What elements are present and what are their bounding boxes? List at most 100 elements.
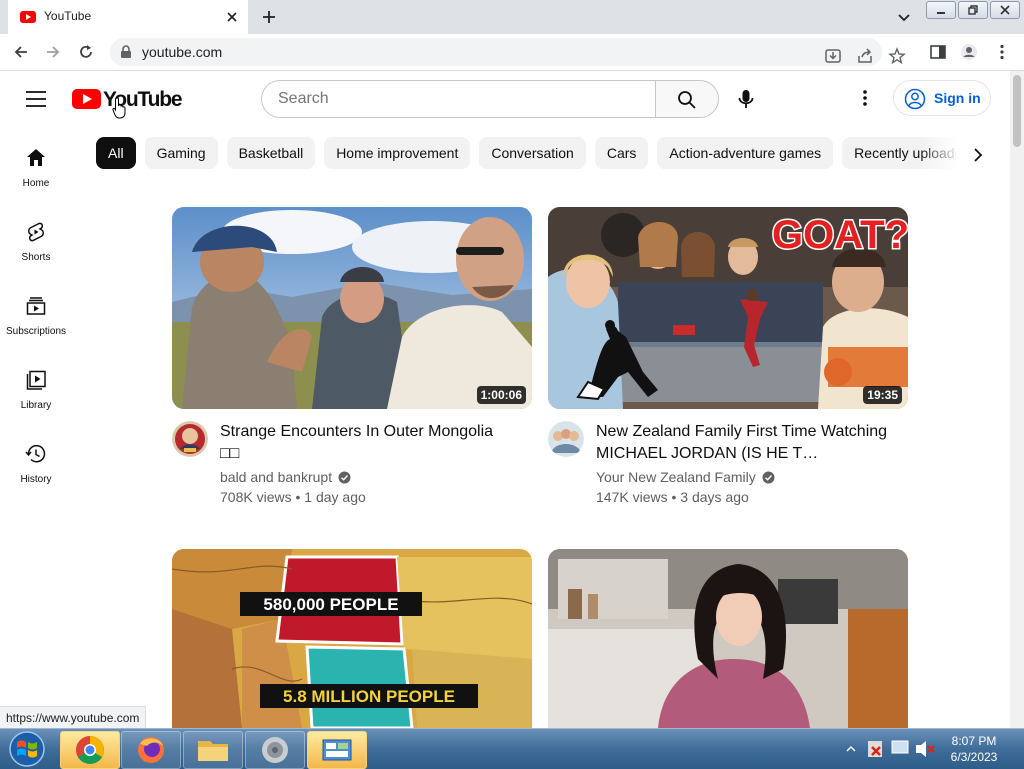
thumb-text-580000: 580,000 PEOPLE: [263, 595, 398, 614]
sidebar-label-shorts: Shorts: [21, 252, 51, 263]
profile-icon[interactable]: [960, 43, 978, 61]
folder-icon: [198, 741, 228, 761]
channel-name-row[interactable]: Your New Zealand Family: [596, 469, 775, 485]
address-bar[interactable]: youtube.com: [110, 38, 906, 66]
sidebar-item-shorts[interactable]: Shorts: [0, 201, 72, 271]
forward-icon[interactable]: [44, 43, 62, 61]
sidebar-item-history[interactable]: History: [0, 423, 72, 493]
taskbar-clock[interactable]: 8:07 PM 6/3/2023: [935, 733, 1013, 765]
new-tab-icon[interactable]: [260, 8, 278, 26]
network-icon: [891, 740, 909, 754]
side-panel-icon[interactable]: [929, 43, 947, 61]
search-input[interactable]: Search: [261, 80, 655, 118]
taskbar-media-player[interactable]: [245, 731, 305, 769]
volume-muted-icon: [916, 741, 926, 757]
shorts-icon: [28, 222, 44, 242]
scrollbar-thumb[interactable]: [1013, 75, 1021, 147]
account-circle-icon: [904, 88, 926, 110]
video-thumbnail[interactable]: [548, 549, 908, 728]
browser-toolbar: youtube.com: [0, 34, 1024, 71]
tab-search-chevron-icon[interactable]: [896, 9, 912, 25]
search-icon: [678, 91, 696, 109]
browser-menu-icon[interactable]: [993, 43, 1011, 61]
bald-and-bankrupt-avatar-icon: [172, 421, 208, 457]
sign-in-label: Sign in: [934, 90, 981, 106]
video-duration: 1:00:06: [476, 386, 526, 404]
goat-thumbnail-text: GOAT?: [772, 213, 908, 257]
url-text: youtube.com: [142, 44, 223, 60]
video-title-line1: Strange Encounters In Outer Mongolia: [220, 423, 494, 440]
page-scrollbar[interactable]: [1010, 71, 1024, 728]
taskbar-control-panel[interactable]: [307, 731, 367, 769]
clock-time: 8:07 PM: [951, 734, 997, 748]
youtube-favicon-icon: [20, 11, 36, 23]
channel-name-row[interactable]: bald and bankrupt: [220, 469, 351, 485]
show-hidden-icons-icon: [846, 745, 856, 752]
restore-button[interactable]: [958, 1, 988, 19]
video-title-line1: New Zealand Family First Time Watching M…: [596, 423, 888, 462]
population-map-thumbnail-image: 580,000 PEOPLE 5.8 MILLION PEOPLE: [172, 549, 532, 728]
windows-start-icon[interactable]: [2, 730, 52, 768]
taskbar-firefox[interactable]: [121, 731, 181, 769]
chip-basketball[interactable]: Basketball: [226, 137, 316, 169]
video-thumbnail[interactable]: 1:00:06: [172, 207, 532, 409]
bookmark-star-icon[interactable]: [888, 47, 906, 65]
chips-fade: [920, 137, 960, 171]
hamburger-menu-icon[interactable]: [26, 91, 46, 107]
video-thumbnail[interactable]: GOAT? 19:35: [548, 207, 908, 409]
youtube-play-logo-icon: [72, 89, 101, 109]
channel-avatar[interactable]: [548, 421, 584, 457]
chip-conversation[interactable]: Conversation: [479, 137, 586, 169]
video-title[interactable]: New Zealand Family First Time Watching M…: [596, 421, 896, 465]
chevron-right-icon[interactable]: [968, 145, 988, 165]
minimize-button[interactable]: [926, 1, 956, 19]
video-title[interactable]: Strange Encounters In Outer Mongolia □□: [220, 421, 520, 465]
home-icon: [27, 149, 45, 166]
browser-tab[interactable]: YouTube: [8, 0, 248, 34]
sidebar-item-home[interactable]: Home: [0, 127, 72, 197]
video-meta: 708K views • 1 day ago: [220, 489, 366, 505]
share-icon[interactable]: [856, 47, 874, 65]
sidebar-label-home: Home: [22, 178, 50, 189]
chip-all[interactable]: All: [96, 137, 136, 169]
verified-badge-icon: [338, 471, 351, 483]
install-app-icon[interactable]: [824, 47, 842, 65]
close-window-button[interactable]: [990, 1, 1020, 19]
history-icon: [25, 445, 46, 463]
back-icon[interactable]: [12, 43, 30, 61]
chip-home-improvement[interactable]: Home improvement: [324, 137, 471, 169]
chrome-icon: [76, 736, 104, 764]
settings-more-icon[interactable]: [855, 88, 875, 108]
close-tab-icon[interactable]: [224, 9, 240, 25]
chip-action-adventure-games[interactable]: Action-adventure games: [657, 137, 834, 169]
chip-gaming[interactable]: Gaming: [144, 137, 218, 169]
video-thumbnail[interactable]: 580,000 PEOPLE 5.8 MILLION PEOPLE: [172, 549, 532, 728]
video-meta: 147K views • 3 days ago: [596, 489, 749, 505]
window-controls: [926, 1, 1020, 19]
browser-titlebar: YouTube: [0, 0, 1024, 34]
family-avatar-icon: [548, 421, 584, 457]
search-button[interactable]: [655, 80, 719, 118]
reload-icon[interactable]: [77, 43, 95, 61]
category-chips: All Gaming Basketball Home improvement Conve…: [96, 137, 956, 171]
microphone-icon[interactable]: [730, 83, 762, 115]
streamer-thumbnail-image: [548, 549, 908, 728]
channel-avatar[interactable]: [172, 421, 208, 457]
video-duration: 19:35: [863, 386, 902, 404]
verified-badge-icon: [762, 471, 775, 483]
sidebar-item-library[interactable]: Library: [0, 349, 72, 419]
mongolia-thumbnail-image: [172, 207, 532, 409]
lock-icon[interactable]: [120, 45, 132, 59]
speaker-icon: [262, 737, 288, 763]
chip-cars[interactable]: Cars: [594, 137, 649, 169]
library-icon: [26, 370, 46, 390]
taskbar-explorer[interactable]: [183, 731, 243, 769]
subscriptions-icon: [26, 297, 46, 315]
sidebar-label-history: History: [20, 474, 52, 485]
thumb-text-5-8-million: 5.8 MILLION PEOPLE: [283, 687, 455, 706]
channel-name: bald and bankrupt: [220, 469, 333, 485]
taskbar-chrome[interactable]: [60, 731, 120, 769]
sign-in-button[interactable]: Sign in: [893, 80, 991, 116]
sidebar-item-subscriptions[interactable]: Subscriptions: [0, 275, 72, 345]
jordan-reaction-thumbnail-image: GOAT?: [548, 207, 908, 409]
